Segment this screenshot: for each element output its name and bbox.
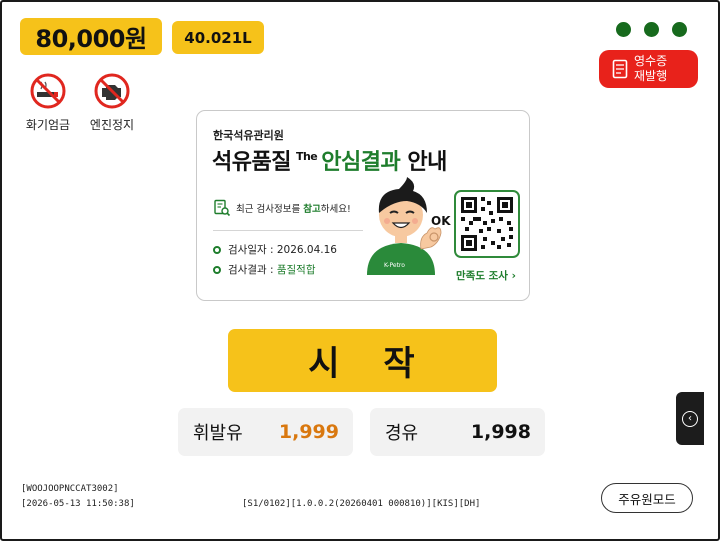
side-panel-toggle[interactable]: ‹ xyxy=(676,392,704,445)
attendant-mode-button[interactable]: 주유원모드 xyxy=(601,483,693,513)
status-dot xyxy=(644,22,659,37)
status-dot xyxy=(672,22,687,37)
receipt-label-line2: 재발행 xyxy=(634,69,668,83)
receipt-label: 영수증 재발행 xyxy=(634,54,667,84)
receipt-reissue-button[interactable]: 영수증 재발행 xyxy=(599,50,698,88)
version-info: [S1/0102][1.0.0.2(20260401 000810)][KIS]… xyxy=(242,499,481,509)
inspection-date-row: 검사일자 : 2026.04.16 xyxy=(213,242,337,257)
inspection-date-value: 2026.04.16 xyxy=(276,244,337,256)
price-diesel[interactable]: 경유 1,998 xyxy=(370,408,545,456)
inspection-date-label: 검사일자 : xyxy=(228,244,277,256)
inspection-result-label: 검사결과 : xyxy=(228,264,277,276)
bullet-icon xyxy=(213,265,221,274)
banner-title-end: 안내 xyxy=(407,150,447,175)
qr-code-icon xyxy=(461,197,513,251)
banner-title-the: The xyxy=(295,150,318,163)
satisfaction-survey-link[interactable]: 만족도 조사 › xyxy=(456,268,516,283)
bullet-icon xyxy=(213,245,221,254)
qr-code[interactable] xyxy=(454,190,520,258)
fuel-name: 휘발유 xyxy=(193,423,243,444)
no-smoking-icon xyxy=(30,73,66,109)
fuel-price: 1,999 xyxy=(278,421,339,443)
mascot-shirt-text: K-Petro xyxy=(384,262,405,269)
price-gasoline[interactable]: 휘발유 1,999 xyxy=(178,408,353,456)
datetime: [2026-05-13 11:50:38] xyxy=(21,499,135,509)
engine-off-icon xyxy=(94,73,130,109)
inspection-result-row: 검사결과 : 품질적합 xyxy=(213,262,316,277)
inspection-result-value: 품질적합 xyxy=(276,264,316,276)
status-dot xyxy=(616,22,631,37)
mascot-ok-text: OK xyxy=(431,214,451,228)
banner-title-green: 안심결과 xyxy=(321,150,401,175)
banner-title: 석유품질 The 안심결과 안내 xyxy=(212,144,447,176)
banner-org: 한국석유관리원 xyxy=(213,129,284,142)
tip-text-suffix: 하세요! xyxy=(320,204,351,215)
kiosk-screen: 80,000원 40.021L 화기엄금 엔진정지 영수증 재발행 한국석유관리… xyxy=(0,0,720,541)
banner-title-main: 석유품질 xyxy=(212,150,291,175)
receipt-label-line1: 영수증 xyxy=(634,54,668,68)
banner-tip: 최근 검사정보를 참고하세요! xyxy=(213,199,351,217)
notice-no-fire: 화기엄금 xyxy=(18,72,78,133)
volume-display: 40.021L xyxy=(172,21,264,54)
tip-text: 최근 검사정보를 xyxy=(236,204,304,215)
start-button[interactable]: 시 작 xyxy=(228,329,497,392)
mascot-ok-icon: K-Petro OK xyxy=(367,177,451,275)
fuel-price: 1,998 xyxy=(470,421,531,443)
tip-highlight: 참고 xyxy=(303,204,321,215)
notice-label: 화기엄금 xyxy=(25,118,71,132)
notice-label: 엔진정지 xyxy=(89,118,135,132)
banner-divider xyxy=(213,230,363,231)
receipt-icon xyxy=(612,59,628,79)
chevron-left-circle-icon: ‹ xyxy=(682,410,698,427)
fuel-name: 경유 xyxy=(385,423,419,444)
quality-info-banner[interactable]: 한국석유관리원 석유품질 The 안심결과 안내 최근 검사정보를 참고하세요! 검… xyxy=(196,110,530,301)
document-search-icon xyxy=(214,199,231,217)
terminal-id: [WOOJOOPNCCAT3002] xyxy=(21,484,119,494)
status-indicators xyxy=(616,22,687,37)
amount-display: 80,000원 xyxy=(20,18,162,55)
notice-engine-off: 엔진정지 xyxy=(82,72,142,133)
